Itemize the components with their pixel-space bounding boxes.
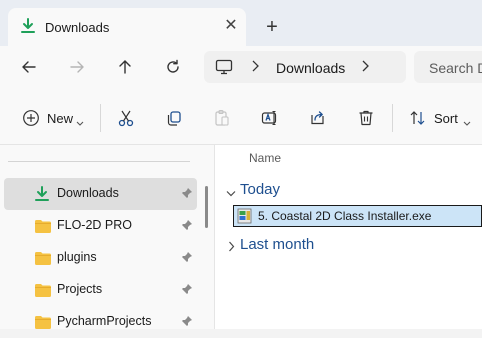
share-icon <box>311 111 324 125</box>
plus-circle-icon <box>22 109 40 132</box>
breadcrumb-downloads[interactable]: Downloads <box>276 60 345 76</box>
installer-file-icon <box>237 208 253 229</box>
sidebar-item-pycharmprojects[interactable]: PycharmProjects <box>4 306 197 338</box>
cut-button[interactable] <box>112 104 140 132</box>
sidebar-item-flo-2d-pro[interactable]: FLO-2D PRO <box>4 210 197 242</box>
pin-icon <box>181 282 193 300</box>
tab-strip: Downloads ✕ + <box>0 0 482 46</box>
rename-button[interactable] <box>256 104 284 132</box>
file-row[interactable]: 5. Coastal 2D Class Installer.exe <box>233 205 482 227</box>
chevron-right-icon[interactable] <box>360 59 370 78</box>
pin-icon <box>181 218 193 236</box>
arrow-left-icon <box>22 61 36 73</box>
refresh-icon <box>167 59 179 73</box>
sidebar-item-projects[interactable]: Projects <box>4 274 197 306</box>
pin-icon <box>181 250 193 268</box>
chevron-down-icon <box>76 114 84 132</box>
sort-button[interactable]: Sort <box>405 104 475 132</box>
delete-button[interactable] <box>352 104 380 132</box>
folder-icon <box>34 219 52 238</box>
divider <box>8 161 190 162</box>
refresh-button[interactable] <box>159 53 187 81</box>
sidebar-item-label: PycharmProjects <box>57 314 152 328</box>
group-header-today[interactable]: Today <box>223 180 343 200</box>
sidebar-item-plugins[interactable]: plugins <box>4 242 197 274</box>
new-button[interactable]: New <box>18 104 88 132</box>
chevron-down-icon <box>226 185 236 203</box>
search-box[interactable]: Search D <box>414 51 482 83</box>
sidebar-item-label: plugins <box>57 250 97 264</box>
sort-icon <box>409 109 427 132</box>
folder-icon <box>34 315 52 334</box>
search-input[interactable]: Search D <box>429 60 482 76</box>
new-label: New <box>47 111 74 126</box>
paste-button[interactable] <box>208 104 236 132</box>
download-icon <box>34 186 50 207</box>
forward-button[interactable] <box>63 53 91 81</box>
navigation-pane: Downloads FLO-2D PRO plugins Projects Py… <box>0 145 215 329</box>
copy-button[interactable] <box>160 104 188 132</box>
share-button[interactable] <box>304 104 332 132</box>
folder-icon <box>34 251 52 270</box>
chevron-down-icon <box>463 114 471 132</box>
navigation-bar: Downloads Search D <box>0 46 482 92</box>
pin-icon <box>181 186 193 204</box>
close-icon[interactable]: ✕ <box>221 16 241 36</box>
chevron-right-icon[interactable] <box>250 59 260 78</box>
column-header-name[interactable]: Name <box>249 151 281 165</box>
sidebar-item-label: FLO-2D PRO <box>57 218 133 232</box>
separator <box>100 104 101 132</box>
file-list: Name Today 5. Coastal 2D Class Installer… <box>215 145 482 329</box>
copy-icon <box>167 111 181 126</box>
cut-icon <box>118 110 134 127</box>
sidebar-item-label: Projects <box>57 282 103 296</box>
new-tab-button[interactable]: + <box>262 17 282 37</box>
folder-icon <box>34 283 52 302</box>
chevron-right-icon <box>228 239 236 257</box>
command-bar: New Sort <box>0 92 482 145</box>
tab-downloads[interactable]: Downloads ✕ <box>8 8 246 46</box>
sort-label: Sort <box>434 111 458 126</box>
computer-icon <box>215 59 233 80</box>
up-button[interactable] <box>111 53 139 81</box>
rename-icon <box>261 110 277 126</box>
arrow-right-icon <box>70 61 84 73</box>
delete-icon <box>359 110 373 126</box>
pin-icon <box>181 314 193 332</box>
separator <box>392 104 393 132</box>
sidebar-scrollbar[interactable] <box>205 186 208 228</box>
file-name: 5. Coastal 2D Class Installer.exe <box>258 209 432 223</box>
group-label: Last month <box>240 236 315 253</box>
paste-icon <box>215 109 229 126</box>
address-bar[interactable]: Downloads <box>204 51 406 83</box>
arrow-up-icon <box>119 60 131 74</box>
group-label: Today <box>240 181 281 198</box>
tab-title: Downloads <box>45 20 110 35</box>
back-button[interactable] <box>15 53 43 81</box>
download-icon <box>20 18 36 39</box>
sidebar-item-downloads[interactable]: Downloads <box>4 178 197 210</box>
sidebar-item-label: Downloads <box>57 186 119 200</box>
group-header-last-month[interactable]: Last month <box>223 235 363 255</box>
